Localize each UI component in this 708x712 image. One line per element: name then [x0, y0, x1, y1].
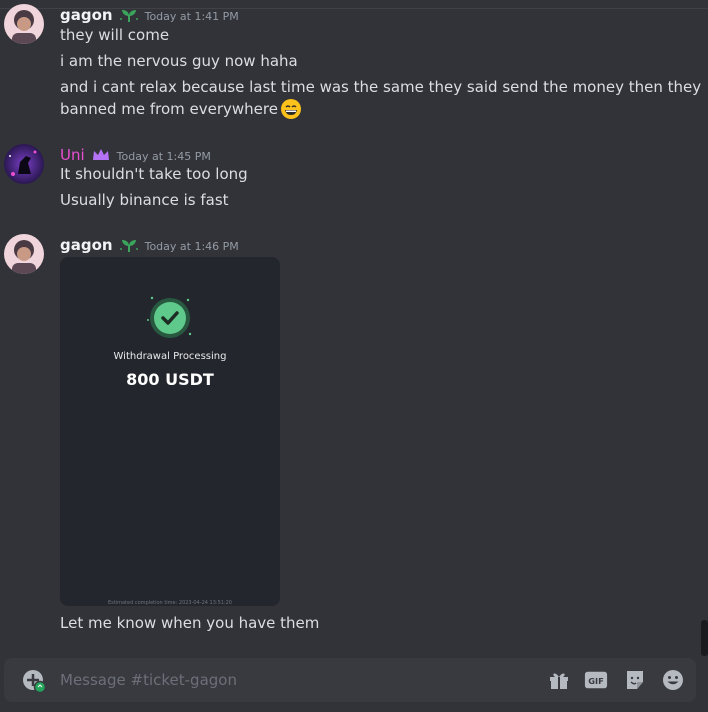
- message-text: It shouldn't take too long: [60, 165, 248, 183]
- attachment-title: Withdrawal Processing: [113, 351, 227, 362]
- message-text: and i cant relax because last time was t…: [60, 78, 702, 96]
- avatar[interactable]: [4, 4, 44, 44]
- avatar[interactable]: [4, 234, 44, 274]
- check-circle-icon: [147, 296, 192, 338]
- sprout-icon: [119, 7, 139, 23]
- emoji-icon[interactable]: [661, 668, 685, 692]
- username[interactable]: Uni: [60, 146, 85, 164]
- crown-icon: [91, 147, 111, 163]
- message-composer: Message #ticket-gagon GIF: [4, 658, 696, 702]
- timestamp: Today at 1:41 PM: [144, 10, 239, 23]
- message-header: gagon Today at 1:46 PM: [60, 234, 239, 254]
- message-group-uni: Uni Today at 1:45 PM It shouldn't take t…: [0, 140, 700, 215]
- message-group-gagon-1: gagon Today at 1:41 PM they will come i …: [0, 0, 702, 130]
- message-text: i am the nervous guy now haha: [60, 52, 298, 70]
- smiling-face-emoji-icon: [280, 98, 302, 120]
- sticker-icon[interactable]: [623, 668, 647, 692]
- username[interactable]: gagon: [60, 6, 113, 24]
- sprout-icon: [119, 237, 139, 253]
- message-text: Usually binance is fast: [60, 191, 229, 209]
- timestamp: Today at 1:46 PM: [144, 240, 239, 253]
- attachment-amount: 800 USDT: [126, 370, 214, 389]
- message-text: they will come: [60, 26, 170, 44]
- message-text-wrap: banned me from everywhere: [60, 98, 302, 121]
- message-text: Let me know when you have them: [60, 614, 320, 632]
- message-input[interactable]: Message #ticket-gagon: [60, 658, 237, 702]
- avatar[interactable]: [4, 144, 44, 184]
- scrollbar-thumb[interactable]: [701, 620, 708, 656]
- message-header: gagon Today at 1:41 PM: [60, 4, 239, 24]
- gif-icon[interactable]: GIF: [584, 668, 608, 692]
- add-attachment-icon[interactable]: [22, 669, 46, 693]
- gift-icon[interactable]: [547, 668, 571, 692]
- image-attachment[interactable]: Withdrawal Processing 800 USDT Estimated…: [60, 257, 280, 606]
- gif-label: GIF: [588, 676, 604, 686]
- timestamp: Today at 1:45 PM: [116, 150, 211, 163]
- attachment-footer: Estimated completion time: 2023-04-24 13…: [107, 600, 232, 606]
- message-text: banned me from everywhere: [60, 100, 278, 118]
- username[interactable]: gagon: [60, 236, 113, 254]
- message-header: Uni Today at 1:45 PM: [60, 144, 211, 164]
